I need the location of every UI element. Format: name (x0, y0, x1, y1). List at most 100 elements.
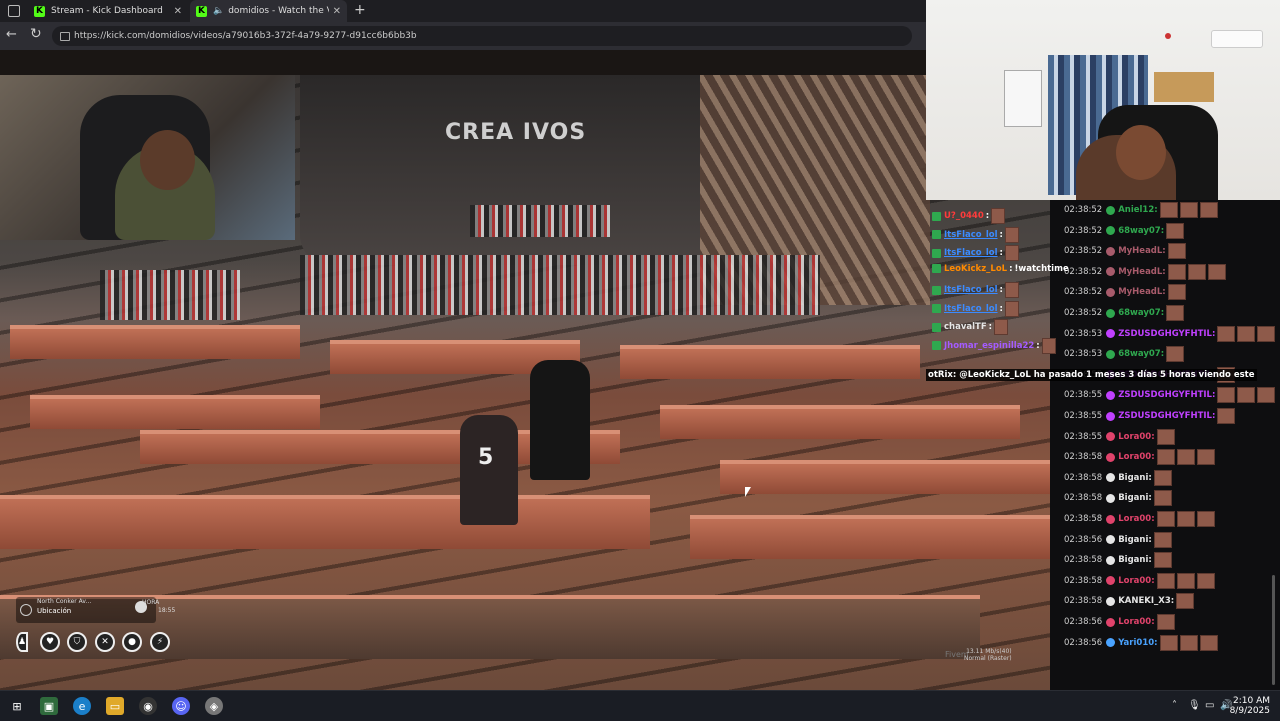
chat-timestamp: 02:38:58 (1064, 555, 1103, 566)
emote-icon (1217, 408, 1236, 424)
close-tab-icon[interactable]: ✕ (174, 6, 182, 17)
obs-app-icon[interactable]: ◉ (139, 697, 157, 715)
chat-username[interactable]: U?_0440 (944, 211, 984, 221)
user-badge-icon (1106, 617, 1116, 627)
hud-perf-line1: 13.11 Mb/s(40) (966, 648, 1012, 655)
chat-username[interactable]: Lora00: (1118, 617, 1154, 627)
file-explorer-icon[interactable]: ▭ (106, 697, 124, 715)
chat-username[interactable]: Aniel12: (1118, 205, 1157, 215)
chat-username[interactable]: ItsFlaco_lol (944, 248, 998, 258)
chat-message: 02:38:58 KANEKI_X3: (1064, 593, 1195, 610)
tab-kick-vod[interactable]: K 🔈 domidios - Watch the VOD o ✕ (190, 0, 347, 22)
emote-icon (1179, 202, 1198, 218)
chat-username[interactable]: chavalTF (944, 322, 987, 332)
chat-username[interactable]: Yari010: (1118, 638, 1157, 648)
chat-scrollbar[interactable] (1272, 575, 1275, 685)
chat-username[interactable]: Lora00: (1118, 576, 1154, 586)
edge-browser-icon[interactable]: e (73, 697, 91, 715)
emote-icon (1156, 511, 1175, 527)
discord-app-icon[interactable]: ☺ (172, 697, 190, 715)
chat-colon: : (999, 285, 1003, 295)
user-badge-icon (1106, 555, 1116, 565)
chat-username[interactable]: ItsFlaco_lol (944, 230, 998, 240)
crowd-front (300, 255, 820, 315)
overlay-chat-message: LeoKickz_LoL: !watchtime (932, 264, 1069, 274)
tab-kick-dashboard[interactable]: K Stream - Kick Dashboard ✕ (28, 0, 188, 22)
user-badge-icon (1106, 390, 1116, 400)
chat-message: 02:38:55 Lora00: (1064, 428, 1175, 445)
bench-row (720, 460, 1050, 494)
crowd-on-stage (470, 205, 610, 237)
chat-username[interactable]: ZSDUSDGHGYFHTIL: (1118, 411, 1215, 421)
chat-username[interactable]: ZSDUSDGHGYFHTIL: (1118, 329, 1215, 339)
chat-username[interactable]: Bigani: (1118, 473, 1152, 483)
chat-message: 02:38:58 Lora00: (1064, 449, 1215, 466)
chat-username[interactable]: MyHeadL: (1118, 287, 1166, 297)
chat-username[interactable]: 68way07: (1118, 226, 1164, 236)
emote-icon (1153, 490, 1172, 507)
heart-icon: ♥ (40, 632, 60, 652)
site-info-icon[interactable] (60, 32, 70, 41)
network-icon[interactable]: ▭ (1205, 700, 1214, 711)
window-menu-icon[interactable] (8, 5, 20, 17)
tray-chevron-icon[interactable]: ˄ (1172, 700, 1177, 711)
chat-username[interactable]: ItsFlaco_lol (944, 285, 998, 295)
bench-row (10, 325, 300, 359)
chat-message: 02:38:56 Bigani: (1064, 531, 1172, 548)
chat-username[interactable]: 68way07: (1118, 349, 1164, 359)
hud-location-label: Ubicación (37, 607, 72, 615)
user-badge-icon (1106, 411, 1116, 421)
close-tab-icon[interactable]: ✕ (333, 6, 341, 17)
chat-username[interactable]: Bigani: (1118, 535, 1152, 545)
clock-date: 8/9/2025 (1229, 706, 1270, 716)
chat-timestamp: 02:38:58 (1064, 575, 1103, 586)
user-badge-icon (932, 285, 941, 295)
chat-colon: : (985, 211, 990, 221)
tab-title: domidios - Watch the VOD o (228, 6, 328, 16)
user-badge-icon (1106, 308, 1116, 318)
chat-username[interactable]: Lora00: (1118, 514, 1154, 524)
chat-message: 02:38:52 Aniel12: (1064, 202, 1218, 218)
chat-timestamp: 02:38:53 (1064, 349, 1103, 360)
second-webcam (926, 0, 1280, 200)
chat-username[interactable]: MyHeadL: (1118, 246, 1166, 256)
chat-username[interactable]: KANEKI_X3: (1118, 596, 1174, 606)
microphone-icon[interactable]: 🎙 (1188, 700, 1201, 711)
video-player[interactable]: CREA IVOS 5 (0, 50, 1050, 690)
overlay-chat-message: ItsFlaco_lol: (932, 245, 1019, 261)
user-badge-icon (1106, 596, 1116, 606)
audio-playing-icon[interactable]: 🔈 (213, 6, 224, 16)
hud-time: 18:55 (158, 607, 176, 614)
emote-icon (1217, 387, 1236, 404)
emote-icon (1004, 300, 1019, 317)
chat-username[interactable]: Bigani: (1118, 555, 1152, 565)
emote-icon (1207, 263, 1226, 280)
clock[interactable]: 2:10 AM 8/9/2025 (1230, 696, 1270, 716)
chat-username[interactable]: ItsFlaco_lol (944, 304, 998, 314)
chat-username[interactable]: MyHeadL: (1118, 267, 1166, 277)
new-tab-button[interactable]: + (354, 2, 366, 18)
reload-icon[interactable]: ↻ (30, 26, 42, 42)
chat-timestamp: 02:38:58 (1064, 514, 1103, 524)
emote-icon (1153, 552, 1172, 569)
app-shield-icon[interactable]: ◈ (205, 697, 223, 715)
chat-message: 02:38:56 Yari010: (1064, 634, 1218, 651)
user-badge-icon (1106, 576, 1116, 586)
chat-text: !watchtime (1014, 263, 1069, 274)
chat-username[interactable]: 68way07: (1118, 308, 1164, 318)
url-field[interactable]: https://kick.com/domidios/videos/a79016b… (52, 26, 912, 46)
chat-username[interactable]: LeoKickz_LoL (944, 264, 1007, 274)
emote-icon (1179, 634, 1198, 651)
chat-username[interactable]: Jhomar_espinilla22 (944, 341, 1034, 351)
chat-username[interactable]: Bigani: (1118, 493, 1152, 503)
chat-panel[interactable]: 02:38:52 Aniel12: 02:38:52 68way07: 02:38:52… (1050, 200, 1280, 690)
emote-icon (1167, 243, 1186, 260)
emote-icon (1196, 449, 1215, 466)
stamina-icon: ⚡ (150, 632, 170, 652)
terminal-app-icon[interactable]: ▣ (40, 697, 58, 715)
windows-start-icon[interactable]: ⊞ (8, 697, 26, 715)
chat-username[interactable]: Lora00: (1118, 432, 1154, 442)
chat-username[interactable]: ZSDUSDGHGYFHTIL: (1118, 390, 1215, 400)
back-arrow-icon[interactable]: ← (6, 27, 17, 42)
chat-username[interactable]: Lora00: (1118, 452, 1154, 462)
